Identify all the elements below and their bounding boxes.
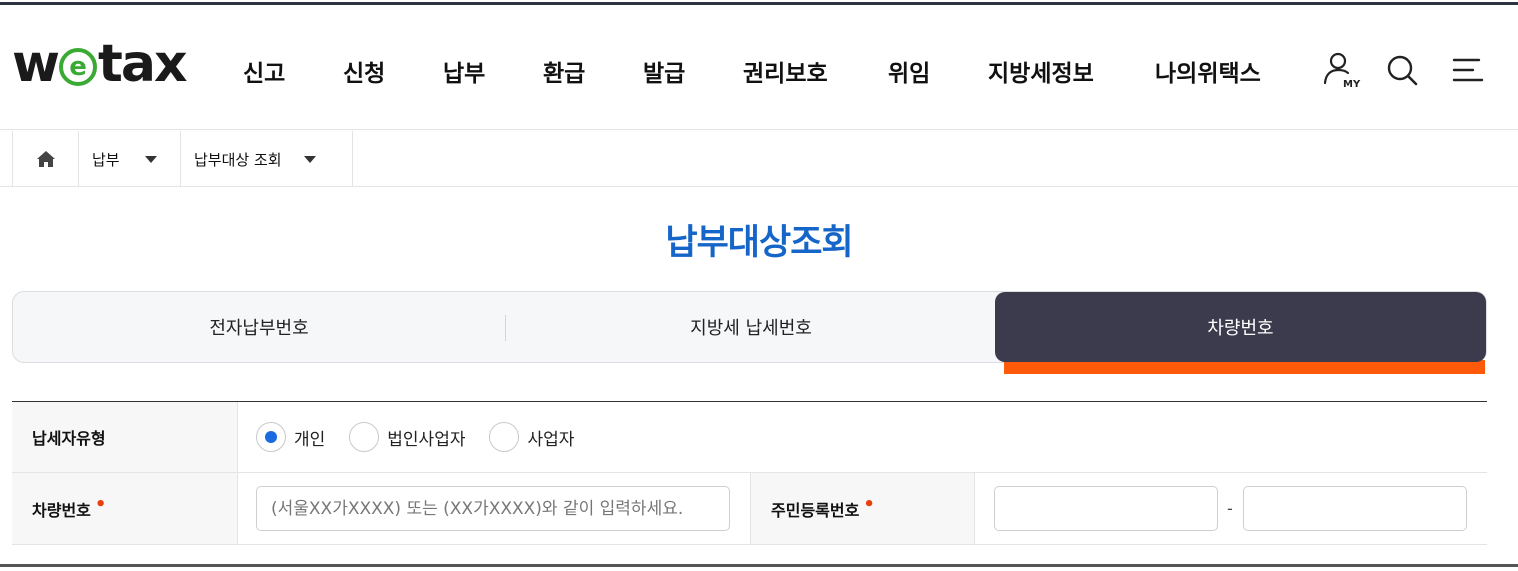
- taxpayer-type-cell: 개인 법인사업자 사업자: [237, 402, 1487, 473]
- nav-item-apply[interactable]: 신청: [343, 54, 385, 88]
- radio-corporate[interactable]: 법인사업자: [349, 422, 465, 452]
- radio-selected-dot: [265, 431, 277, 443]
- radio-individual-label: 개인: [294, 429, 326, 450]
- page-title: 납부대상조회: [665, 223, 853, 263]
- resident-no-first-input[interactable]: [994, 486, 1218, 531]
- breadcrumb-level1[interactable]: 납부: [79, 131, 181, 187]
- vehicle-no-label: 차량번호: [32, 500, 91, 520]
- resident-no-cell: -: [974, 473, 1487, 545]
- required-mark: •: [863, 494, 875, 515]
- search-button[interactable]: [1382, 50, 1422, 90]
- logo-text-w: w: [12, 34, 60, 94]
- radio-circle[interactable]: [349, 422, 380, 452]
- menu-icon: [1452, 58, 1484, 82]
- breadcrumb-home[interactable]: [13, 131, 79, 187]
- wetax-logo[interactable]: w e tax: [12, 34, 188, 94]
- resident-no-second-input[interactable]: [1243, 486, 1467, 531]
- breadcrumb: 납부 납부대상 조회: [12, 131, 353, 187]
- radio-individual[interactable]: 개인: [256, 422, 325, 452]
- nav-item-local-tax-info[interactable]: 지방세정보: [988, 54, 1094, 88]
- home-icon: [36, 151, 55, 167]
- bottom-border: [0, 564, 1518, 567]
- radio-circle[interactable]: [256, 422, 286, 452]
- logo-text-tax: tax: [98, 34, 187, 94]
- radio-corporate-label: 법인사업자: [387, 429, 466, 450]
- resident-no-header: 주민등록번호 •: [750, 473, 975, 545]
- resident-no-separator: -: [1227, 499, 1233, 518]
- breadcrumb-level1-label: 납부: [92, 150, 120, 169]
- breadcrumb-level2[interactable]: 납부대상 조회: [181, 131, 353, 187]
- caret-down-icon: [144, 155, 157, 163]
- caret-down-icon: [303, 155, 316, 163]
- nav-item-report[interactable]: 신고: [243, 54, 285, 88]
- radio-business-label: 사업자: [527, 429, 575, 450]
- nav-item-my-wetax[interactable]: 나의위택스: [1155, 54, 1261, 88]
- resident-no-label: 주민등록번호: [771, 500, 860, 520]
- taxpayer-type-label: 납세자유형: [32, 429, 106, 448]
- vehicle-no-input[interactable]: [256, 486, 730, 531]
- nav-item-delegation[interactable]: 위임: [888, 54, 930, 88]
- my-icon-label: MY: [1343, 79, 1361, 90]
- vehicle-no-cell: [237, 473, 750, 545]
- taxpayer-type-radio-group: 개인 법인사업자 사업자: [256, 422, 598, 452]
- site-header: w e tax 신고 신청 납부 환급 발급 권리보호 위임 지방세정보 나의위…: [0, 5, 1518, 130]
- all-menu-button[interactable]: [1448, 50, 1488, 90]
- nav-item-payment[interactable]: 납부: [443, 54, 485, 88]
- user-my-icon: MY: [1323, 52, 1361, 90]
- active-tab-indicator: [1004, 360, 1485, 374]
- vehicle-no-header: 차량번호 •: [12, 473, 238, 545]
- radio-circle[interactable]: [489, 422, 520, 452]
- tab-local-tax-no[interactable]: 지방세 납세번호: [506, 292, 996, 362]
- tab-electronic-payment-no[interactable]: 전자납부번호: [13, 292, 505, 362]
- my-page-button[interactable]: MY: [1318, 50, 1364, 90]
- search-icon: [1387, 55, 1418, 86]
- nav-item-issuance[interactable]: 발급: [643, 54, 685, 88]
- nav-item-rights[interactable]: 권리보호: [743, 54, 828, 88]
- radio-business[interactable]: 사업자: [489, 422, 574, 452]
- nav-item-refund[interactable]: 환급: [543, 54, 585, 88]
- breadcrumb-level2-label: 납부대상 조회: [194, 150, 282, 169]
- taxpayer-type-header: 납세자유형: [12, 402, 238, 473]
- tab-vehicle-no[interactable]: 차량번호: [995, 292, 1486, 362]
- required-mark: •: [94, 494, 107, 515]
- logo-e-mark: e: [59, 48, 98, 86]
